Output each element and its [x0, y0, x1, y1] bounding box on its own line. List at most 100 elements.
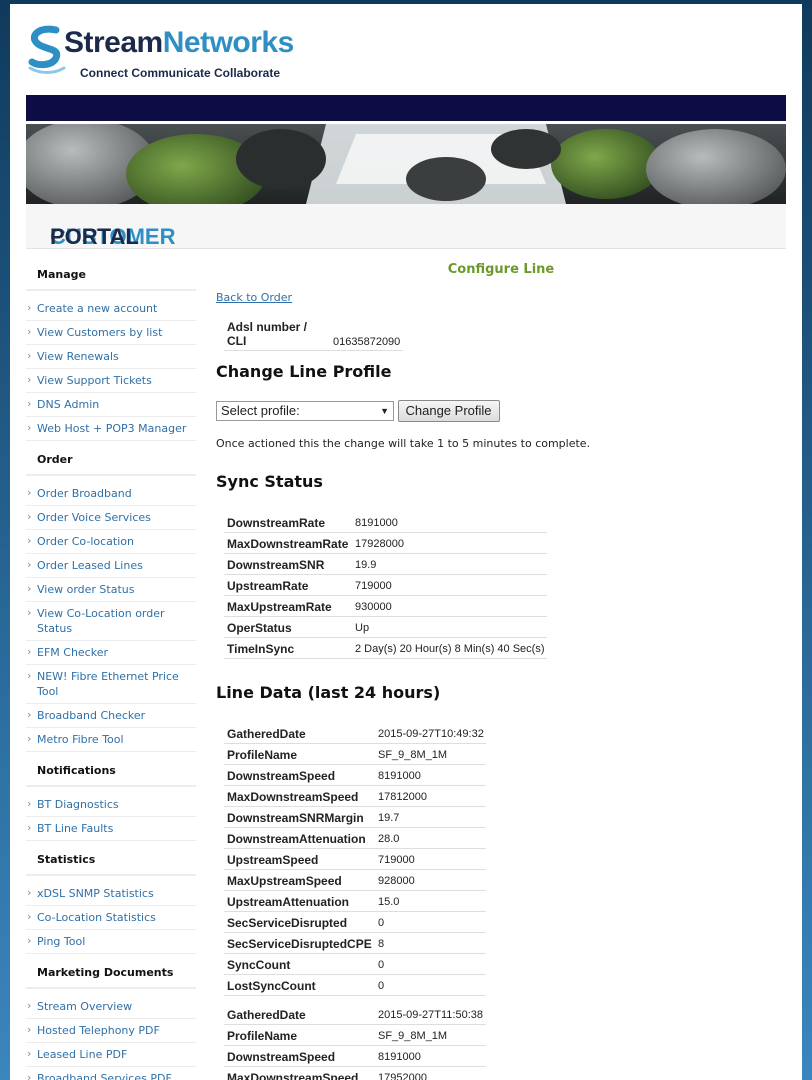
page-title: Configure Line [447, 262, 555, 277]
sidebar-item-dns-admin[interactable]: DNS Admin [26, 393, 196, 417]
profile-select-row: Select profile: ▼ Change Profile [216, 400, 500, 422]
sidebar-item-support-tickets[interactable]: View Support Tickets [26, 369, 196, 393]
table-row: UpstreamSpeed 719000 [224, 849, 486, 870]
field-value: 930000 [351, 596, 547, 617]
sidebar-item-order-broadband[interactable]: Order Broadband [26, 482, 196, 506]
sidebar-group-order: Order Order Broadband Order Voice Servic… [26, 447, 196, 752]
banner-image [26, 124, 786, 204]
field-name: MaxDownstreamSpeed [224, 1067, 374, 1080]
field-value: 8191000 [374, 765, 486, 786]
sidebar-item-hosted-telephony[interactable]: Hosted Telephony PDF [26, 1019, 196, 1043]
field-name: UpstreamSpeed [224, 849, 374, 870]
field-value: 19.7 [374, 807, 486, 828]
sidebar-item-fibre-price-tool[interactable]: NEW! Fibre Ethernet Price Tool [26, 665, 196, 704]
sidebar-heading: Notifications [26, 758, 196, 787]
field-name: UpstreamRate [224, 575, 351, 596]
table-row: SecServiceDisruptedCPE 8 [224, 933, 486, 954]
field-name: DownstreamSpeed [224, 1046, 374, 1067]
sidebar-item-colocation-stats[interactable]: Co-Location Statistics [26, 906, 196, 930]
field-value: 2015-09-27T10:49:32 [374, 723, 486, 744]
field-value: 17928000 [351, 533, 547, 554]
table-row: DownstreamSpeed 8191000 [224, 765, 486, 786]
cli-row: Adsl number / CLI 01635872090 [224, 318, 404, 351]
sync-status-heading: Sync Status [216, 472, 323, 491]
field-value: 0 [374, 912, 486, 933]
profile-select[interactable]: Select profile: ▼ [216, 401, 394, 421]
table-row: GatheredDate 2015-09-27T10:49:32 [224, 723, 486, 744]
field-value: 2 Day(s) 20 Hour(s) 8 Min(s) 40 Sec(s) [351, 638, 547, 659]
sidebar-item-create-account[interactable]: Create a new account [26, 297, 196, 321]
sidebar-item-bt-line-faults[interactable]: BT Line Faults [26, 817, 196, 841]
top-nav-bar [26, 95, 786, 121]
logo-tagline: Connect Communicate Collaborate [80, 66, 281, 80]
field-name: ProfileName [224, 1025, 374, 1046]
field-name: LostSyncCount [224, 975, 374, 996]
table-row: MaxDownstreamSpeed 17952000 [224, 1067, 486, 1080]
field-name: MaxDownstreamRate [224, 533, 351, 554]
sidebar-heading: Order [26, 447, 196, 476]
field-value: 28.0 [374, 828, 486, 849]
table-row: LostSyncCount 0 [224, 975, 486, 996]
sidebar-item-metro-fibre[interactable]: Metro Fibre Tool [26, 728, 196, 752]
table-row: MaxUpstreamRate 930000 [224, 596, 547, 617]
sidebar-item-order-status[interactable]: View order Status [26, 578, 196, 602]
sidebar-heading: Statistics [26, 847, 196, 876]
sidebar-heading: Manage [26, 262, 196, 291]
table-row: DownstreamSNRMargin 19.7 [224, 807, 486, 828]
table-row: DownstreamAttenuation 28.0 [224, 828, 486, 849]
sidebar-item-web-host[interactable]: Web Host + POP3 Manager [26, 417, 196, 441]
change-note: Once actioned this the change will take … [216, 437, 591, 450]
table-row: GatheredDate 2015-09-27T11:50:38 [224, 1004, 486, 1025]
table-row: DownstreamRate 8191000 [224, 512, 547, 533]
table-row: TimeInSync 2 Day(s) 20 Hour(s) 8 Min(s) 4… [224, 638, 547, 659]
sidebar-item-view-customers[interactable]: View Customers by list [26, 321, 196, 345]
sidebar-item-broadband-checker[interactable]: Broadband Checker [26, 704, 196, 728]
dropdown-arrow-icon: ▼ [380, 406, 389, 416]
table-row: MaxDownstreamSpeed 17812000 [224, 786, 486, 807]
back-to-order-link[interactable]: Back to Order [216, 291, 292, 304]
field-value: 719000 [374, 849, 486, 870]
sidebar-item-order-leased-lines[interactable]: Order Leased Lines [26, 554, 196, 578]
field-name: UpstreamAttenuation [224, 891, 374, 912]
portal-page: StreamNetworks Connect Communicate Colla… [10, 4, 802, 1080]
sidebar-item-bt-diagnostics[interactable]: BT Diagnostics [26, 793, 196, 817]
field-value: 17812000 [374, 786, 486, 807]
table-row: UpstreamAttenuation 15.0 [224, 891, 486, 912]
cli-value: 01635872090 [330, 334, 404, 351]
sidebar-item-order-voice[interactable]: Order Voice Services [26, 506, 196, 530]
field-name: OperStatus [224, 617, 351, 638]
sidebar-item-order-colocation[interactable]: Order Co-location [26, 530, 196, 554]
table-row: ProfileName SF_9_8M_1M [224, 1025, 486, 1046]
field-value: 19.9 [351, 554, 547, 575]
field-name: DownstreamSNR [224, 554, 351, 575]
table-row: SyncCount 0 [224, 954, 486, 975]
sidebar-heading: Marketing Documents [26, 960, 196, 989]
field-name: MaxDownstreamSpeed [224, 786, 374, 807]
field-value: 2015-09-27T11:50:38 [374, 1004, 486, 1025]
change-profile-button[interactable]: Change Profile [397, 400, 500, 422]
field-name: SecServiceDisrupted [224, 912, 374, 933]
sidebar-group-notifications: Notifications BT Diagnostics BT Line Fau… [26, 758, 196, 841]
sidebar-item-ping-tool[interactable]: Ping Tool [26, 930, 196, 954]
streamnetworks-logo[interactable]: StreamNetworks Connect Communicate Colla… [26, 24, 294, 84]
table-row: OperStatus Up [224, 617, 547, 638]
field-name: DownstreamRate [224, 512, 351, 533]
sidebar-item-colocation-status[interactable]: View Co-Location order Status [26, 602, 196, 641]
field-value: SF_9_8M_1M [374, 1025, 486, 1046]
sidebar-item-xdsl-stats[interactable]: xDSL SNMP Statistics [26, 882, 196, 906]
field-value: 0 [374, 975, 486, 996]
table-row: UpstreamRate 719000 [224, 575, 547, 596]
logo-wordmark: StreamNetworks [64, 26, 294, 59]
sidebar-nav: Manage Create a new account View Custome… [26, 262, 196, 1080]
sidebar-item-view-renewals[interactable]: View Renewals [26, 345, 196, 369]
sidebar-item-stream-overview[interactable]: Stream Overview [26, 995, 196, 1019]
field-value: 8191000 [374, 1046, 486, 1067]
table-row: SecServiceDisrupted 0 [224, 912, 486, 933]
field-value: 8191000 [351, 512, 547, 533]
sidebar-item-broadband-pdf[interactable]: Broadband Services PDF [26, 1067, 196, 1080]
record-separator [224, 996, 486, 1004]
sidebar-item-leased-line-pdf[interactable]: Leased Line PDF [26, 1043, 196, 1067]
sidebar-item-efm-checker[interactable]: EFM Checker [26, 641, 196, 665]
table-row: MaxDownstreamRate 17928000 [224, 533, 547, 554]
field-value: SF_9_8M_1M [374, 744, 486, 765]
